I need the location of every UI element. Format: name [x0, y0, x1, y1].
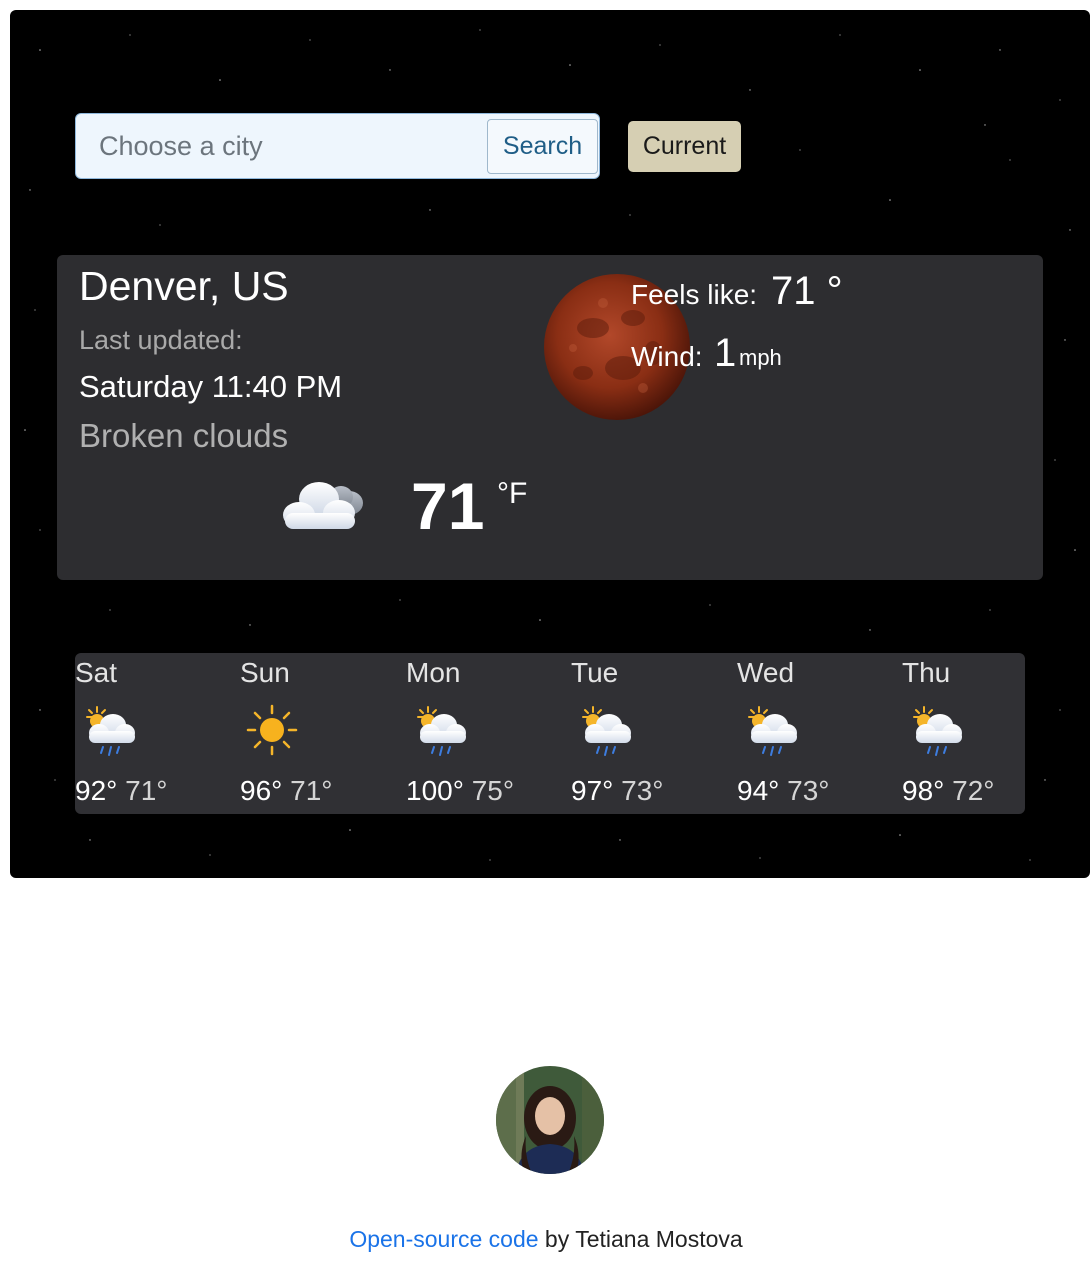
author-photo: [496, 1066, 604, 1174]
last-updated-label: Last updated:: [79, 325, 243, 355]
wind-value: 1: [714, 331, 737, 375]
current-weather-card: Denver, US Last updated: Saturday 11:40 …: [57, 255, 1043, 580]
wind-unit: mph: [739, 345, 782, 370]
author-credit: by Tetiana Mostova: [538, 1226, 743, 1252]
current-location-button[interactable]: Current: [628, 121, 741, 172]
sun-cloud-rain-icon: [582, 706, 632, 756]
forecast-temps: 92° 71°: [75, 775, 167, 807]
forecast-day-name: Mon: [406, 657, 461, 688]
forecast-day: Mon 100° 75°: [406, 653, 566, 814]
open-source-link[interactable]: Open-source code: [349, 1226, 538, 1252]
weather-app: Search Current Denver, US Last updated: …: [10, 10, 1090, 878]
forecast-day-name: Wed: [737, 657, 795, 688]
sun-cloud-rain-icon: [748, 706, 798, 756]
forecast-min-temp: 72°: [952, 775, 995, 806]
feels-like-value: 71 °: [771, 269, 843, 313]
forecast-max-temp: 92°: [75, 775, 118, 806]
forecast-day-name: Tue: [571, 657, 619, 688]
city-name: Denver, US: [79, 263, 289, 309]
author-avatar: [496, 1066, 604, 1174]
forecast-min-temp: 71°: [290, 775, 333, 806]
sun-cloud-rain-icon: [86, 706, 136, 756]
forecast-day: Wed 94° 73°: [737, 653, 897, 814]
search-form: Search: [75, 113, 600, 179]
current-temperature: 71: [411, 469, 485, 543]
forecast-panel: Sat 92° 71° Sun 96° 71° Mon 100° 75° Tue…: [75, 653, 1025, 814]
forecast-temps: 96° 71°: [240, 775, 332, 807]
forecast-max-temp: 98°: [902, 775, 945, 806]
forecast-min-temp: 71°: [125, 775, 168, 806]
forecast-day: Thu 98° 72°: [902, 653, 1062, 814]
search-input[interactable]: [77, 115, 482, 177]
sun-icon: [246, 704, 298, 756]
forecast-max-temp: 96°: [240, 775, 283, 806]
forecast-max-temp: 94°: [737, 775, 780, 806]
forecast-min-temp: 73°: [621, 775, 664, 806]
sun-cloud-rain-icon: [417, 706, 467, 756]
forecast-temps: 98° 72°: [902, 775, 994, 807]
forecast-min-temp: 73°: [787, 775, 830, 806]
forecast-temps: 100° 75°: [406, 775, 514, 807]
forecast-day: Sat 92° 71°: [75, 653, 235, 814]
forecast-day: Sun 96° 71°: [240, 653, 400, 814]
forecast-max-temp: 100°: [406, 775, 464, 806]
forecast-day-name: Sun: [240, 657, 290, 688]
forecast-temps: 94° 73°: [737, 775, 829, 807]
temperature-unit: °F: [497, 477, 528, 510]
forecast-min-temp: 75°: [471, 775, 515, 806]
forecast-max-temp: 97°: [571, 775, 614, 806]
forecast-temps: 97° 73°: [571, 775, 663, 807]
forecast-day-name: Thu: [902, 657, 951, 688]
last-updated-time: Saturday 11:40 PM: [79, 369, 343, 404]
sun-cloud-rain-icon: [913, 706, 963, 756]
wind-label: Wind:: [631, 341, 703, 372]
forecast-day: Tue 97° 73°: [571, 653, 731, 814]
forecast-day-name: Sat: [75, 657, 118, 688]
feels-like-label: Feels like:: [631, 279, 758, 310]
search-button[interactable]: Search: [487, 119, 598, 174]
footer: Open-source code by Tetiana Mostova: [0, 1226, 1092, 1253]
weather-description: Broken clouds: [79, 417, 289, 454]
broken-clouds-icon: [283, 482, 363, 529]
